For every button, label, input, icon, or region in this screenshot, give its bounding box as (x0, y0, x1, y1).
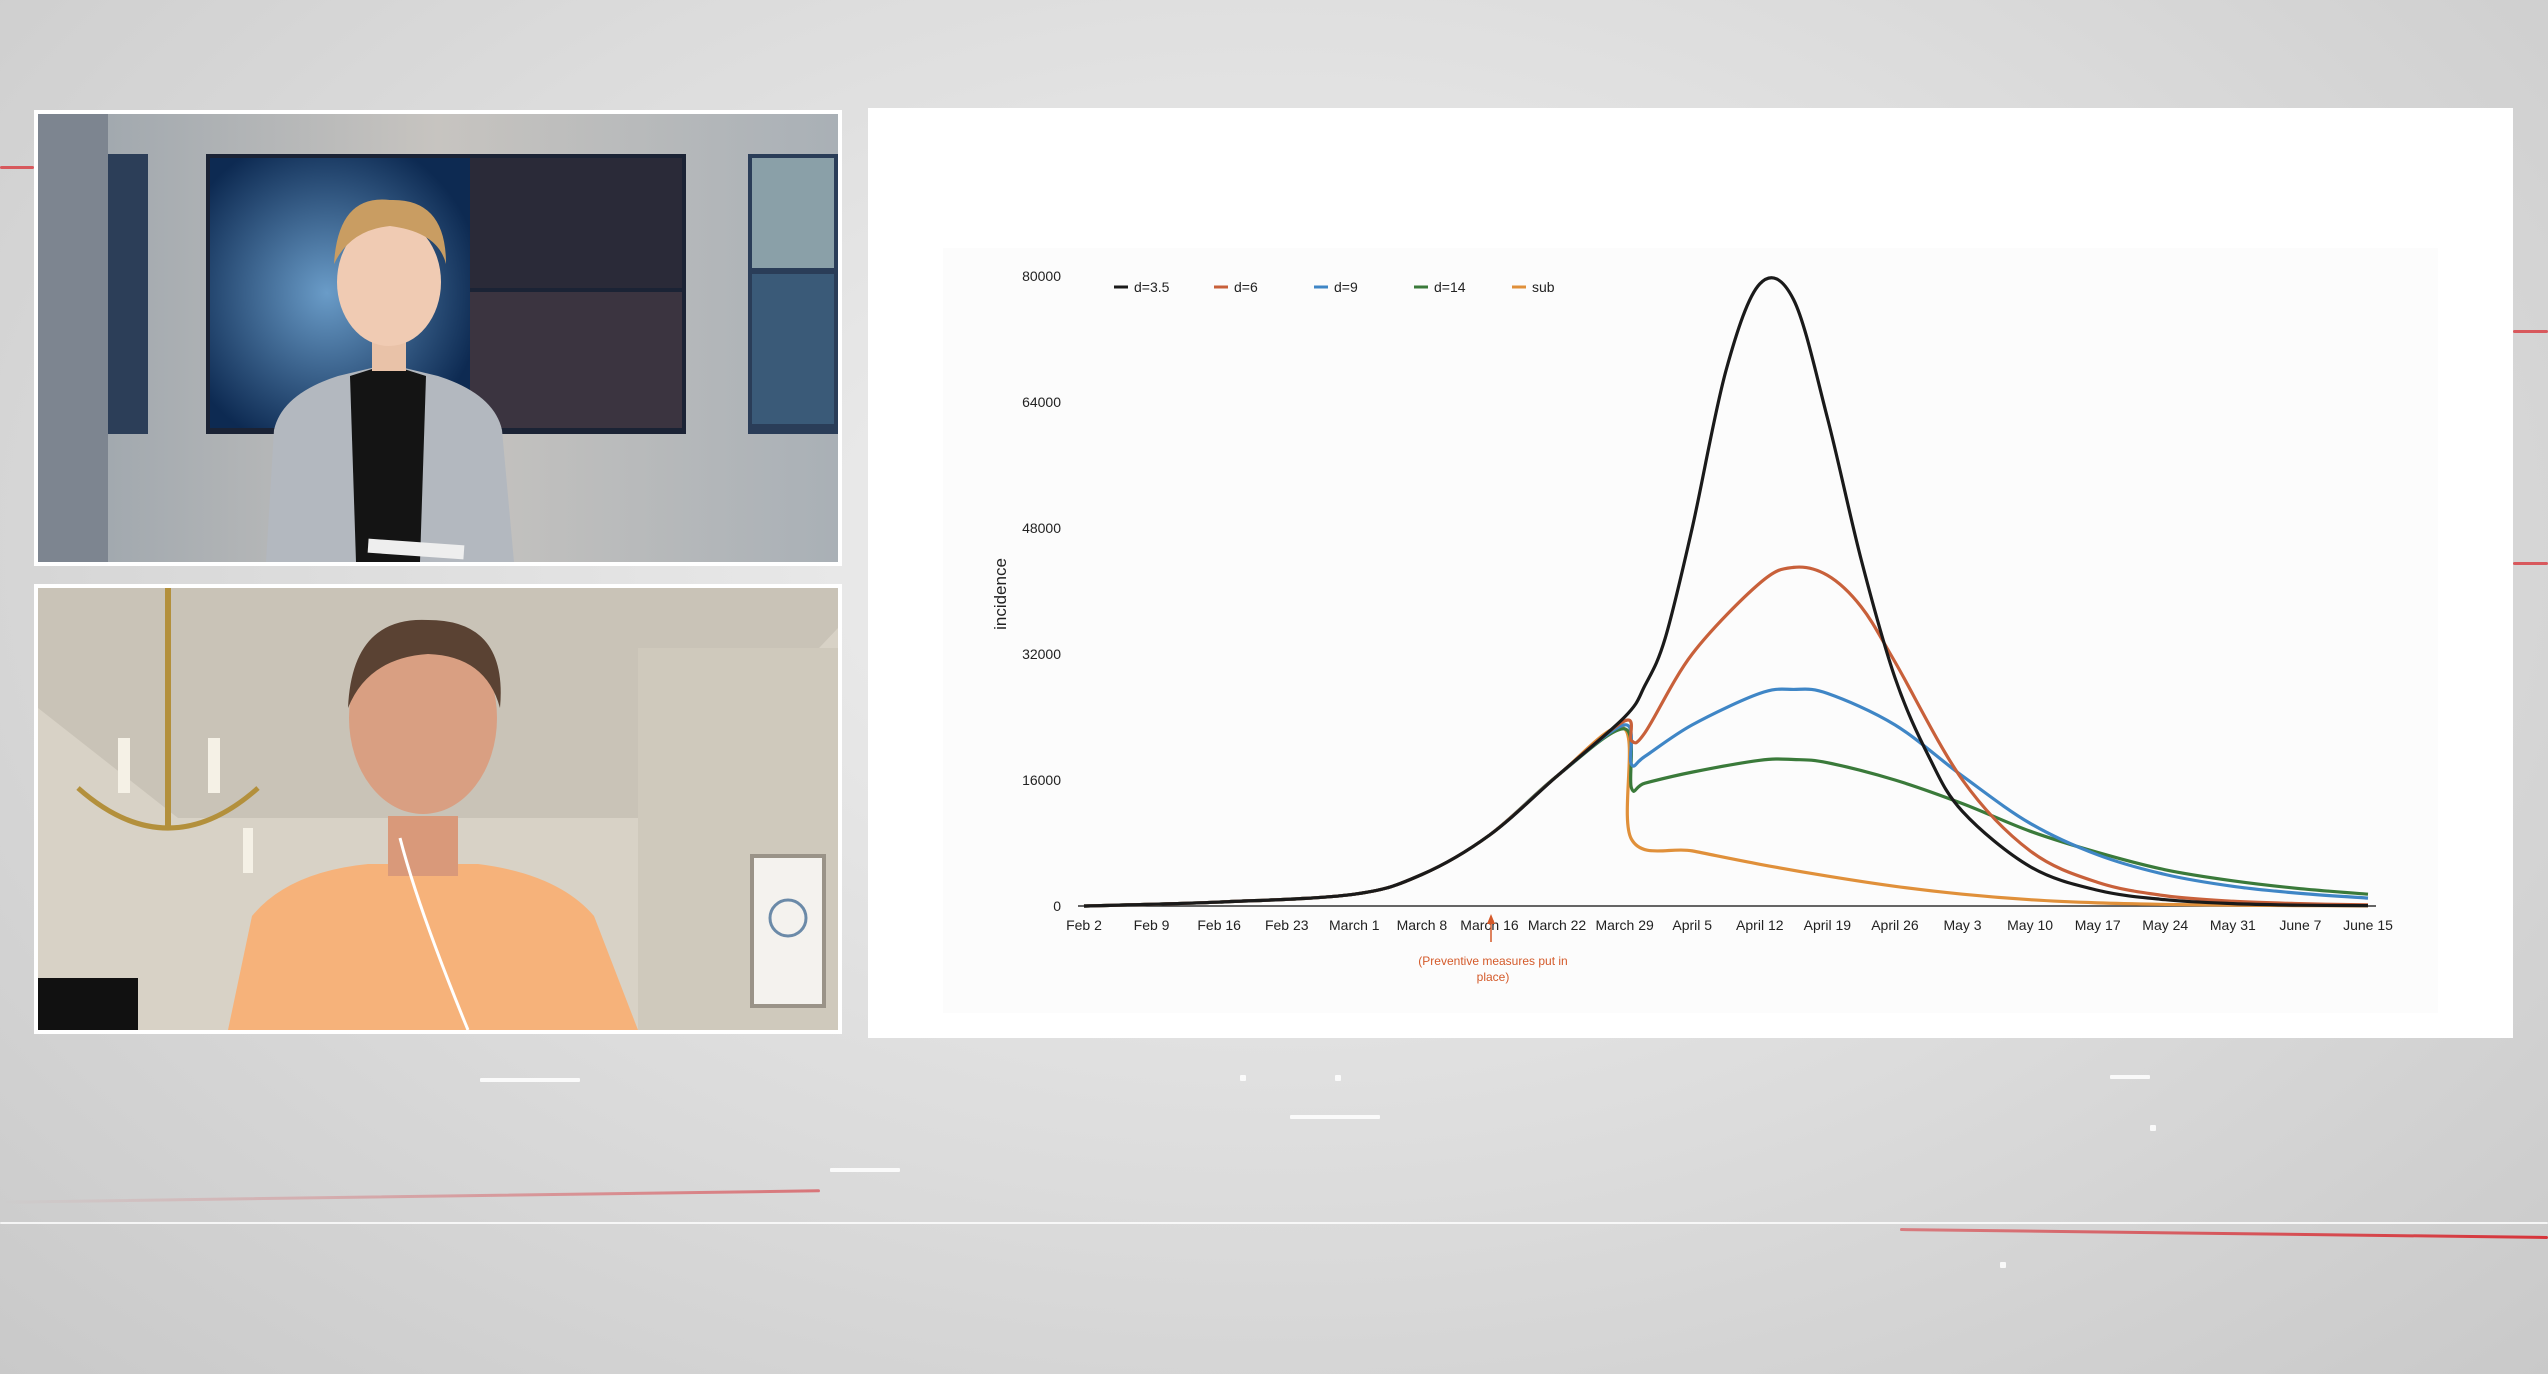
x-tick-label: May 31 (2210, 917, 2256, 933)
background-pixel (2150, 1125, 2156, 1131)
x-tick-label: Feb 2 (1066, 917, 1102, 933)
x-tick-label: Feb 9 (1134, 917, 1170, 933)
remote-guest-person-icon (38, 588, 838, 1030)
x-tick-label: May 17 (2075, 917, 2121, 933)
annotation-text-line2: place) (1477, 970, 1510, 984)
x-tick-label: March 29 (1595, 917, 1654, 933)
background-pixel (1240, 1075, 1246, 1081)
anchor-video-panel (34, 110, 842, 566)
chart-card: 0 16000 32000 48000 64000 80000 Feb 2 Feb 9 Feb… (868, 108, 2513, 1038)
legend-label: d=3.5 (1134, 279, 1170, 295)
y-tick-label: 64000 (1022, 394, 1061, 410)
y-tick-label: 16000 (1022, 772, 1061, 788)
x-tick-label: April 26 (1871, 917, 1919, 933)
x-tick-label: Feb 23 (1265, 917, 1309, 933)
x-tick-label: June 15 (2343, 917, 2393, 933)
y-tick-label: 32000 (1022, 646, 1061, 662)
legend-label: d=9 (1334, 279, 1358, 295)
x-tick-label: Feb 16 (1197, 917, 1241, 933)
annotation-text-line1: (Preventive measures put in (1418, 954, 1567, 968)
background-red-streak (1900, 1228, 2548, 1239)
background-red-streak (2513, 330, 2548, 333)
x-tick-label: March 22 (1528, 917, 1587, 933)
x-tick-label: March 8 (1397, 917, 1448, 933)
background-red-streak (0, 1189, 820, 1204)
x-tick-label: April 5 (1672, 917, 1712, 933)
background-pixel (1335, 1075, 1341, 1081)
x-tick-label: June 7 (2279, 917, 2321, 933)
legend-label: d=6 (1234, 279, 1258, 295)
background-pixel (2000, 1262, 2006, 1268)
background-red-streak (2513, 562, 2548, 565)
news-anchor-person-icon (38, 114, 838, 562)
background-pixel (1290, 1115, 1380, 1119)
background-pixel (830, 1168, 900, 1172)
y-axis-label: incidence (991, 558, 1010, 630)
x-tick-label: May 3 (1943, 917, 1981, 933)
x-tick-label: April 19 (1804, 917, 1852, 933)
background-white-streak (0, 1222, 2548, 1224)
guest-video-panel (34, 584, 842, 1034)
x-tick-label: May 24 (2142, 917, 2188, 933)
legend-label: sub (1532, 279, 1555, 295)
background-pixel (480, 1078, 580, 1082)
y-tick-label: 0 (1053, 898, 1061, 914)
legend-label: d=14 (1434, 279, 1466, 295)
x-tick-label: April 12 (1736, 917, 1784, 933)
incidence-line-chart: 0 16000 32000 48000 64000 80000 Feb 2 Feb 9 Feb… (943, 248, 2438, 1013)
y-tick-label: 48000 (1022, 520, 1061, 536)
y-tick-label: 80000 (1022, 268, 1061, 284)
x-tick-label: May 10 (2007, 917, 2053, 933)
x-tick-label: March 1 (1329, 917, 1380, 933)
background-red-streak (0, 166, 34, 169)
background-pixel (2110, 1075, 2150, 1079)
